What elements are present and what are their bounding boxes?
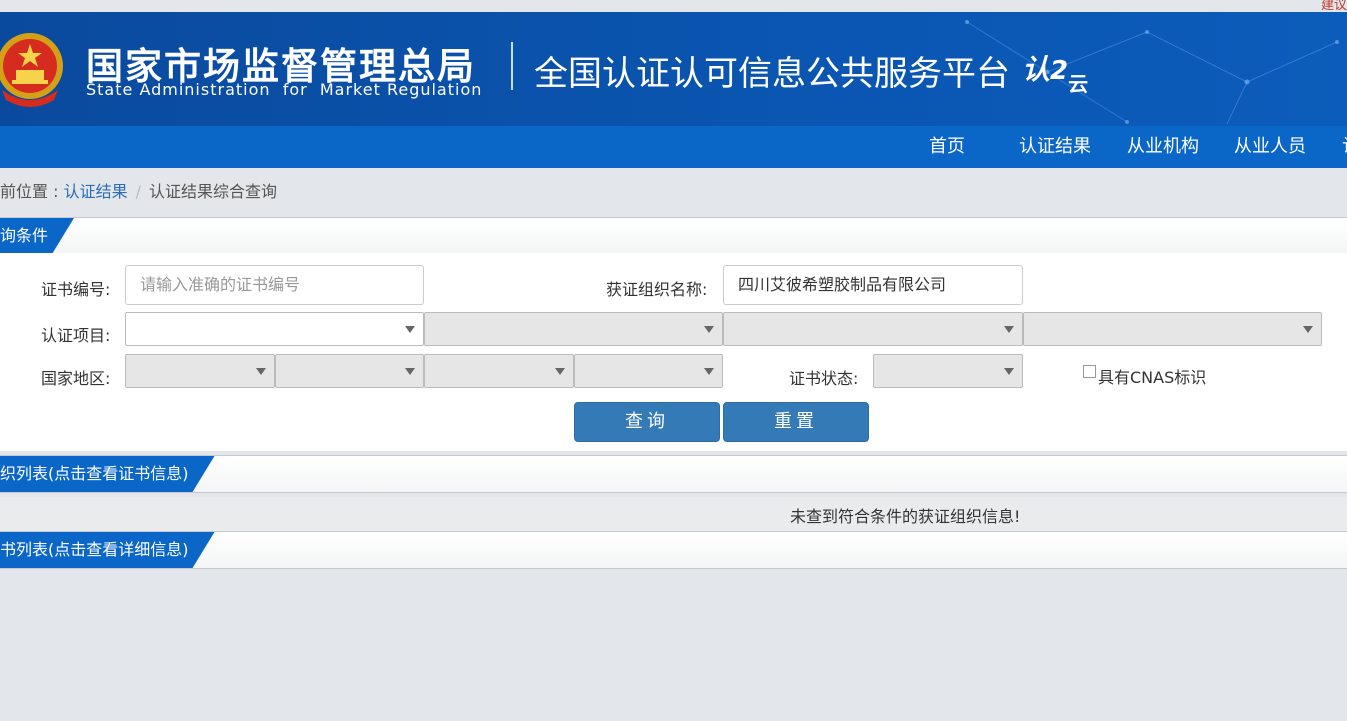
- cnas-checkbox[interactable]: [1083, 365, 1096, 378]
- chevron-down-icon: [1004, 368, 1014, 375]
- query-button[interactable]: 查询: [574, 402, 720, 442]
- org-list-empty-row: [0, 497, 1347, 532]
- breadcrumb-current: 认证结果综合查询: [148, 182, 277, 201]
- breadcrumb-prefix: 前位置 :: [0, 182, 64, 201]
- project-select-1[interactable]: [125, 312, 424, 346]
- chevron-down-icon: [555, 368, 565, 375]
- platform-title: 全国认证认可信息公共服务平台: [534, 54, 1010, 94]
- chevron-down-icon: [405, 368, 415, 375]
- region-select-4[interactable]: [574, 354, 723, 388]
- project-select-2[interactable]: [424, 312, 723, 346]
- nav-item-cert-results[interactable]: 认证结果: [1019, 126, 1091, 168]
- national-emblem-icon: [0, 33, 63, 107]
- top-strip: 建议: [0, 0, 1347, 13]
- nav-item-institutions[interactable]: 从业机构: [1127, 126, 1199, 168]
- org-list-title: 织列表(点击查看证书信息): [0, 456, 215, 492]
- org-name-input[interactable]: 四川艾彼希塑胶制品有限公司: [723, 265, 1023, 305]
- reset-button[interactable]: 重置: [723, 402, 869, 442]
- org-name-en: State Administration for Market Regulati…: [86, 80, 483, 99]
- site-header: 国家市场监督管理总局 State Administration for Mark…: [0, 12, 1347, 126]
- nav-item-practitioners[interactable]: 从业人员: [1234, 126, 1306, 168]
- chevron-down-icon: [704, 326, 714, 333]
- search-conditions-title: 询条件: [0, 218, 74, 254]
- chevron-down-icon: [1004, 326, 1014, 333]
- chevron-down-icon: [405, 326, 415, 333]
- org-name-label: 获证组织名称:: [606, 280, 708, 299]
- renzheng-cloud-logo: 认2云: [1022, 53, 1089, 96]
- search-conditions-header: 询条件: [0, 217, 1347, 255]
- project-select-3[interactable]: [723, 312, 1023, 346]
- logo-sub-text: 云: [1068, 72, 1089, 96]
- region-select-2[interactable]: [275, 354, 424, 388]
- cert-no-input[interactable]: 请输入准确的证书编号: [125, 265, 424, 305]
- chevron-down-icon: [704, 368, 714, 375]
- logo-main-text: 认: [1022, 53, 1051, 86]
- breadcrumb-link-cert-results[interactable]: 认证结果: [64, 182, 128, 201]
- status-select[interactable]: [873, 354, 1023, 388]
- region-select-3[interactable]: [424, 354, 574, 388]
- chevron-down-icon: [1303, 326, 1313, 333]
- nav-item-more[interactable]: 认: [1342, 126, 1347, 168]
- cert-list-header: 书列表(点击查看详细信息): [0, 531, 1347, 569]
- project-select-4[interactable]: [1023, 312, 1322, 346]
- cnas-label: 具有CNAS标识: [1098, 368, 1207, 387]
- org-list-header: 织列表(点击查看证书信息): [0, 455, 1347, 493]
- status-label: 证书状态:: [789, 369, 859, 388]
- chevron-down-icon: [256, 368, 266, 375]
- breadcrumb: 前位置 : 认证结果 / 认证结果综合查询: [0, 178, 277, 202]
- header-divider: [511, 42, 513, 90]
- breadcrumb-separator: /: [135, 182, 141, 201]
- nav-item-home[interactable]: 首页: [929, 126, 965, 168]
- region-select-1[interactable]: [125, 354, 275, 388]
- cert-no-label: 证书编号:: [41, 280, 111, 299]
- main-nav: 首页 认证结果 从业机构 从业人员 认: [0, 126, 1347, 168]
- project-label: 认证项目:: [41, 326, 111, 345]
- region-label: 国家地区:: [41, 369, 111, 388]
- empty-message: 未查到符合条件的获证组织信息!: [790, 507, 1021, 526]
- cert-list-title: 书列表(点击查看详细信息): [0, 532, 215, 568]
